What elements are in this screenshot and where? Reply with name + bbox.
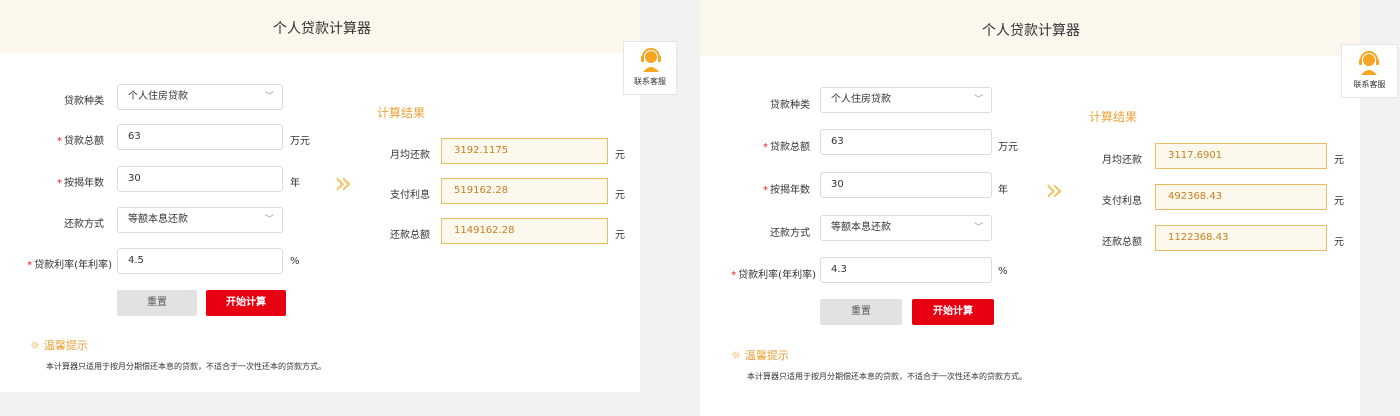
tips-heading: ☼ 温馨提示 [731,347,789,363]
total-repayment-value: 1149162.28 [441,218,608,244]
loan-amount-label-text: 贷款总额 [64,136,104,147]
calculate-button[interactable]: 开始计算 [206,290,286,316]
tips-title: 温馨提示 [43,339,88,352]
chevron-down-icon: ﹀ [973,223,983,233]
required-mark: * [57,178,62,189]
interest-rate-unit: % [998,266,1008,277]
page-title: 个人贷款计算器 [273,21,371,37]
loan-type-select[interactable]: 个人住房贷款 ﹀ [820,87,992,113]
monthly-payment-value: 3192.1175 [441,138,608,164]
repayment-method-select[interactable]: 等额本息还款 ﹀ [820,215,992,241]
loan-type-value: 个人住房贷款 [128,91,188,102]
customer-service-label: 联系客服 [634,77,666,86]
interest-rate-label-text: 贷款利率(年利率) [738,270,816,281]
loan-years-input[interactable]: 30 [117,166,283,192]
loan-type-select[interactable]: 个人住房贷款 ﹀ [117,84,283,110]
loan-amount-input[interactable]: 63 [117,124,283,150]
loan-calculator-panel-1: 个人贷款计算器 贷款种类 个人住房贷款 ﹀ * 贷款总额 63 万元 * 按揭年数 … [0,0,640,392]
total-repayment-unit: 元 [1334,237,1344,248]
headset-icon [641,48,661,72]
loan-amount-label-text: 贷款总额 [770,142,810,153]
loan-years-value: 30 [128,173,141,184]
repayment-method-select[interactable]: 等额本息还款 ﹀ [117,207,283,233]
required-mark: * [763,142,768,153]
total-repayment-unit: 元 [615,230,625,241]
total-interest-unit: 元 [1334,196,1344,207]
total-interest-value: 519162.28 [441,178,608,204]
total-interest-value: 492368.43 [1155,184,1327,210]
loan-years-label-text: 按揭年数 [64,178,104,189]
required-mark: * [57,136,62,147]
customer-service-label: 联系客服 [1353,80,1386,89]
monthly-payment-unit: 元 [615,150,625,161]
interest-rate-label: * 贷款利率(年利率) [26,256,112,271]
chevron-down-icon: ﹀ [973,95,983,105]
reset-button[interactable]: 重置 [820,299,902,325]
total-interest-label: 支付利息 [1102,196,1142,207]
chevron-down-icon: ﹀ [264,215,274,225]
loan-type-label: 贷款种类 [770,100,810,111]
repayment-method-value: 等额本息还款 [831,222,891,233]
customer-service-button[interactable]: 联系客服 [623,41,677,95]
total-repayment-label: 还款总额 [390,230,430,241]
loan-type-label: 贷款种类 [64,96,104,107]
calculate-button[interactable]: 开始计算 [912,299,994,325]
double-arrow-right-icon: » [334,166,353,201]
lightbulb-icon: ☼ [30,339,40,352]
double-arrow-right-icon: » [1045,173,1064,208]
interest-rate-unit: % [290,256,300,267]
interest-rate-value: 4.5 [128,255,144,266]
loan-amount-unit: 万元 [290,136,310,147]
monthly-payment-label: 月均还款 [390,150,430,161]
chevron-down-icon: ﹀ [264,92,274,102]
tips-heading: ☼ 温馨提示 [30,337,88,353]
loan-amount-input[interactable]: 63 [820,129,992,155]
loan-years-label-text: 按揭年数 [770,185,810,196]
tips-title: 温馨提示 [744,349,789,362]
total-interest-label: 支付利息 [390,190,430,201]
repayment-method-label: 还款方式 [770,228,810,239]
loan-years-label: * 按揭年数 [56,174,104,189]
loan-years-unit: 年 [290,178,300,189]
calculator-header: 个人贷款计算器 [700,0,1360,56]
results-title: 计算结果 [377,106,426,120]
interest-rate-label: * 贷款利率(年利率) [728,266,816,281]
required-mark: * [27,260,33,271]
interest-rate-value: 4.3 [831,264,847,275]
loan-amount-label: * 贷款总额 [758,138,810,153]
reset-button[interactable]: 重置 [117,290,197,316]
loan-amount-unit: 万元 [998,142,1018,153]
calculator-header: 个人贷款计算器 [0,0,640,53]
interest-rate-label-text: 贷款利率(年利率) [34,260,112,271]
tips-text: 本计算器只适用于按月分期偿还本息的贷款，不适合于一次性还本的贷款方式。 [747,372,1027,381]
loan-calculator-panel-2: 个人贷款计算器 贷款种类 个人住房贷款 ﹀ * 贷款总额 63 万元 * 按揭年数 … [700,0,1360,416]
tips-text: 本计算器只适用于按月分期偿还本息的贷款，不适合于一次性还本的贷款方式。 [46,362,326,371]
lightbulb-icon: ☼ [731,349,741,362]
total-repayment-value: 1122368.43 [1155,225,1327,251]
headset-icon [1359,51,1379,75]
monthly-payment-unit: 元 [1334,155,1344,166]
monthly-payment-value: 3117.6901 [1155,143,1327,169]
total-repayment-label: 还款总额 [1102,237,1142,248]
required-mark: * [763,185,768,196]
repayment-method-value: 等额本息还款 [128,214,188,225]
page-title: 个人贷款计算器 [982,23,1080,39]
loan-years-label: * 按揭年数 [758,181,810,196]
monthly-payment-label: 月均还款 [1102,155,1142,166]
loan-amount-value: 63 [128,131,141,142]
interest-rate-input[interactable]: 4.5 [117,248,283,274]
loan-amount-label: * 贷款总额 [56,132,104,147]
loan-amount-value: 63 [831,136,844,147]
results-title: 计算结果 [1089,110,1138,124]
total-interest-unit: 元 [615,190,625,201]
customer-service-button[interactable]: 联系客服 [1341,44,1398,98]
repayment-method-label: 还款方式 [64,219,104,230]
loan-type-value: 个人住房贷款 [831,94,891,105]
loan-years-value: 30 [831,179,844,190]
interest-rate-input[interactable]: 4.3 [820,257,992,283]
loan-years-input[interactable]: 30 [820,172,992,198]
loan-years-unit: 年 [998,185,1008,196]
required-mark: * [731,270,737,281]
